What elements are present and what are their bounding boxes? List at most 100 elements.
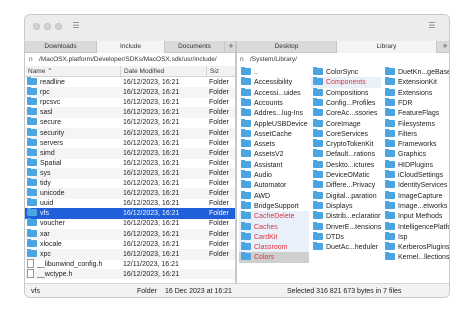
folder-icon: [241, 231, 251, 240]
folder-icon: [313, 108, 323, 117]
grid-item-label: Assistant: [254, 161, 283, 169]
header-size[interactable]: Siz: [207, 66, 235, 77]
file-name-text: xpc: [40, 250, 51, 258]
tab-downloads[interactable]: Downloads: [25, 41, 97, 53]
status-selected-date: 16 Dec 2023 at 16:21: [165, 288, 232, 295]
folder-icon: [313, 139, 323, 148]
file-name-text: simd: [40, 149, 55, 157]
folder-icon: [313, 67, 323, 75]
grid-item-label: ImageCapture: [398, 192, 443, 200]
folder-icon: [241, 77, 251, 86]
tab-include[interactable]: Include: [97, 41, 165, 53]
file-name-text: security: [40, 129, 65, 137]
grid-item[interactable]: DuetAc...heduler: [311, 242, 381, 253]
folder-icon: [385, 77, 395, 86]
folder-icon: [241, 108, 251, 117]
right-path-bar[interactable]: n/System/Library/: [240, 54, 449, 65]
folder-icon: [27, 208, 37, 217]
status-selected-kind: Folder: [137, 288, 157, 295]
file-row[interactable]: __wctype.h 16/12/2023, 16:21: [25, 268, 235, 279]
folder-icon: [313, 87, 323, 96]
minimize-window-button[interactable]: [44, 23, 51, 30]
folder-icon: [27, 127, 37, 136]
folder-icon: [385, 67, 395, 75]
grid-item-label: IdentityServices: [398, 182, 448, 190]
grid-item-label: Frameworks: [398, 141, 437, 149]
grid-item-label: Image...etworks: [398, 202, 448, 210]
tab-library[interactable]: Library: [337, 41, 437, 53]
left-path-bar[interactable]: n/MacOSX.platform/Developer/SDKs/MacOSX.…: [29, 54, 235, 65]
grid-item-label: ColorSync: [326, 69, 359, 76]
zoom-window-button[interactable]: [55, 23, 62, 30]
folder-icon: [313, 221, 323, 230]
file-name-text: voucher: [40, 220, 65, 228]
grid-item-label: Graphics: [398, 151, 427, 159]
folder-icon: [313, 211, 323, 220]
folder-icon: [27, 178, 37, 186]
folder-icon: [241, 221, 251, 230]
tab-desktop[interactable]: Desktop: [237, 41, 337, 53]
folder-icon: [385, 231, 395, 240]
grid-item-label: CoreAc...ssories: [326, 110, 378, 118]
header-date-modified[interactable]: Date Modified: [121, 66, 207, 77]
status-selected-name: vfs: [31, 288, 40, 295]
file-name-text: secure: [40, 119, 62, 127]
file-name-text: Spatial: [40, 159, 62, 167]
right-path-text: /System/Library/: [250, 56, 297, 63]
folder-icon: [313, 180, 323, 189]
folder-icon: [27, 248, 37, 257]
folder-icon: [241, 170, 251, 178]
folder-icon: [385, 149, 395, 158]
file-name-text: servers: [40, 139, 63, 147]
document-icon: [27, 268, 34, 278]
folder-icon: [385, 200, 395, 209]
folder-icon: [385, 118, 395, 127]
grid-item-label: Differe...Privacy: [326, 182, 376, 190]
close-window-button[interactable]: [33, 23, 40, 30]
grid-item-label: Distrib...eclaration: [326, 213, 381, 221]
file-name-text: sasl: [40, 109, 53, 117]
folder-icon: [241, 97, 251, 106]
grid-item-label: Components: [326, 79, 366, 87]
folder-icon: [241, 139, 251, 148]
grid-item-label: Extensions: [398, 89, 433, 97]
file-name-text: rpcsvc: [40, 99, 61, 107]
grid-item-label: CoreServices: [326, 130, 369, 138]
file-name-text: xlocale: [40, 240, 62, 248]
folder-icon: [313, 118, 323, 127]
folder-icon: [241, 190, 251, 199]
grid-item-label: Digital...paration: [326, 192, 377, 200]
add-tab-right-button[interactable]: +: [439, 41, 449, 53]
document-icon: [27, 258, 34, 268]
folder-icon: [385, 170, 395, 178]
folder-icon: [385, 128, 395, 137]
right-menu-icon[interactable]: ☰: [427, 22, 437, 30]
folder-icon: [27, 157, 37, 166]
status-right-summary: Selected 316 821 673 bytes in 7 files: [287, 288, 402, 295]
folder-icon: [313, 242, 323, 251]
grid-item-label: KerberosPlugins: [398, 244, 450, 252]
header-name[interactable]: Name ⌃: [25, 66, 121, 77]
folder-icon: [27, 238, 37, 247]
left-menu-icon[interactable]: ☰: [71, 22, 81, 30]
right-file-grid[interactable]: .. Accessibility Accessi...uides Accounts Ad…: [237, 66, 450, 281]
file-manager-window: ☰ ☰ Downloads Include Documents + Deskto…: [24, 14, 450, 298]
grid-item-label: Classroom: [254, 244, 288, 252]
grid-item-label: Displays: [326, 202, 353, 210]
folder-icon: [385, 97, 395, 106]
left-file-list[interactable]: readline 16/12/2023, 16:21 Folder rpc 16/12/…: [25, 77, 235, 279]
file-name-text: vfs: [40, 210, 49, 218]
folder-icon: [27, 107, 37, 116]
sort-chevron-icon: ⌃: [47, 68, 53, 75]
grid-item-label: AWD: [254, 192, 271, 200]
grid-item-label: Caches: [254, 223, 278, 231]
grid-item-label: iCloudSettings: [398, 172, 444, 179]
folder-icon: [385, 159, 395, 168]
grid-item-label: DuetKn...geBase: [398, 69, 450, 76]
folder-icon: [313, 97, 323, 106]
grid-item[interactable]: Kernel...llections: [383, 252, 449, 263]
folder-icon: [27, 188, 37, 197]
tab-documents[interactable]: Documents: [165, 41, 225, 53]
grid-item-label: DeviceOMatic: [326, 172, 370, 179]
grid-item[interactable]: Colors: [239, 252, 309, 264]
